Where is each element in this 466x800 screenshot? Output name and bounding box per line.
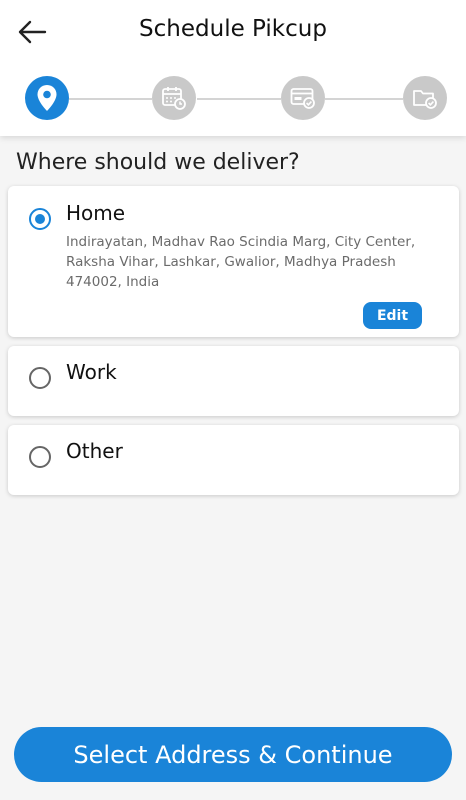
- section-title: Where should we deliver?: [16, 150, 300, 175]
- radio-other[interactable]: [29, 446, 51, 468]
- address-label: Other: [66, 439, 123, 463]
- address-text: Indirayatan, Madhav Rao Scindia Marg, Ci…: [66, 234, 416, 290]
- step-connector: [197, 98, 281, 100]
- select-address-continue-button[interactable]: Select Address & Continue: [14, 727, 452, 782]
- address-card-other[interactable]: Other: [8, 425, 459, 495]
- app-header: Schedule Pikcup: [0, 0, 466, 136]
- step-confirm[interactable]: [403, 76, 447, 120]
- step-connector: [69, 98, 152, 100]
- payment-card-check-icon: [290, 88, 315, 109]
- address-card-work[interactable]: Work: [8, 346, 459, 416]
- address-label: Home: [66, 201, 126, 225]
- calendar-clock-icon: [162, 87, 186, 110]
- address-label: Work: [66, 360, 117, 384]
- radio-work[interactable]: [29, 367, 51, 389]
- step-location[interactable]: [25, 76, 69, 120]
- progress-stepper: [0, 74, 466, 124]
- step-connector: [325, 98, 403, 100]
- step-schedule[interactable]: [152, 76, 196, 120]
- address-card-home[interactable]: Home Indirayatan, Madhav Rao Scindia Mar…: [8, 186, 459, 337]
- step-payment[interactable]: [281, 76, 325, 120]
- radio-home[interactable]: [29, 208, 51, 230]
- folder-check-icon: [413, 90, 437, 109]
- location-pin-icon: [37, 85, 57, 111]
- page-title: Schedule Pikcup: [139, 16, 327, 42]
- edit-address-button[interactable]: Edit: [363, 302, 422, 329]
